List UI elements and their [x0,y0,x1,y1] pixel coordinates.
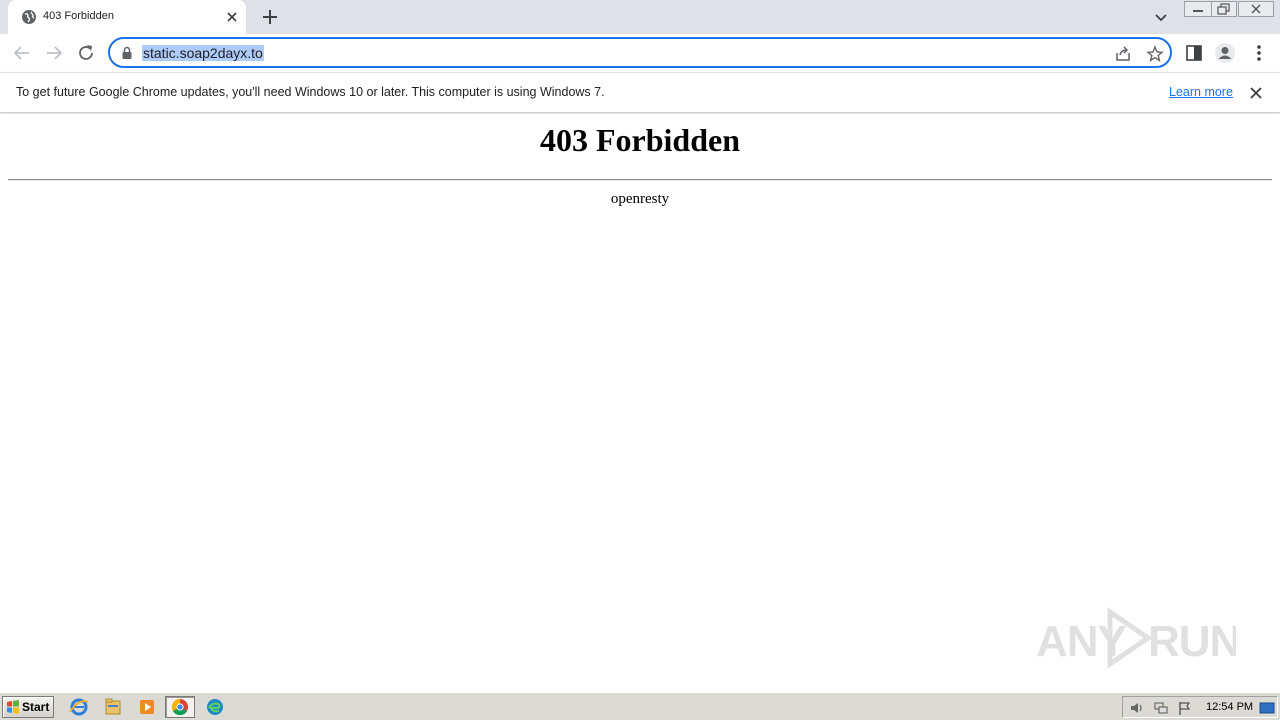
browser-toolbar: static.soap2dayx.to [0,34,1280,72]
close-icon [1251,4,1261,14]
restore-icon [1217,3,1230,15]
minimize-icon [1193,10,1203,12]
server-signature: openresty [610,191,670,207]
internet-explorer-icon [69,698,89,716]
tab-active[interactable]: 403 Forbidden [8,0,246,34]
side-panel-icon[interactable] [1183,42,1205,64]
address-bar[interactable]: static.soap2dayx.to [108,37,1172,68]
globe-icon [22,10,36,24]
edge-icon [207,699,223,715]
back-icon[interactable] [11,42,33,64]
forward-icon[interactable] [43,42,65,64]
profile-icon[interactable] [1214,42,1236,64]
taskbar-app-ie[interactable] [64,696,94,718]
watermark-text-left: ANY [1036,617,1127,666]
new-tab-icon[interactable] [260,7,280,27]
system-tray [1122,696,1278,718]
chrome-icon [171,698,188,716]
network-icon[interactable] [1153,700,1169,716]
start-button[interactable]: Start [2,696,54,718]
close-icon[interactable] [1248,85,1264,101]
start-label: Start [22,700,50,714]
update-infobar: To get future Google Chrome updates, you… [0,72,1280,113]
chevron-down-icon[interactable] [1152,8,1170,26]
divider [8,179,1272,181]
learn-more-link[interactable]: Learn more [1169,85,1233,99]
lock-icon[interactable] [121,46,133,60]
infobar-message: To get future Google Chrome updates, you… [16,85,605,99]
page-title: 403 Forbidden [539,122,741,158]
tab-strip: 403 Forbidden [0,0,1280,34]
reload-icon[interactable] [75,42,97,64]
volume-icon[interactable] [1129,700,1145,716]
taskbar-app-chrome[interactable] [165,696,195,718]
taskbar-app-edge[interactable] [200,696,230,718]
window-controls [1181,0,1275,18]
restore-button[interactable] [1211,1,1237,17]
taskbar: Start 12:54 PM [0,692,1280,720]
share-icon[interactable] [1114,45,1132,63]
taskbar-app-explorer[interactable] [98,696,128,718]
kebab-menu-icon[interactable] [1248,42,1270,64]
show-desktop-icon[interactable] [1259,700,1275,716]
watermark-text-right: RUN [1148,617,1236,666]
folder-icon [105,698,121,715]
windows-logo-icon [7,700,19,714]
url-text[interactable]: static.soap2dayx.to [142,45,264,61]
clock[interactable]: 12:54 PM [1206,701,1253,713]
anyrun-watermark: ANY RUN [1036,607,1236,669]
media-player-icon [140,700,154,714]
flag-icon[interactable] [1177,700,1193,716]
tab-title: 403 Forbidden [43,10,114,22]
minimize-button[interactable] [1184,1,1212,17]
tab-close-icon[interactable] [224,9,240,25]
close-window-button[interactable] [1238,1,1274,17]
star-icon[interactable] [1146,45,1164,63]
taskbar-app-media-player[interactable] [132,696,162,718]
